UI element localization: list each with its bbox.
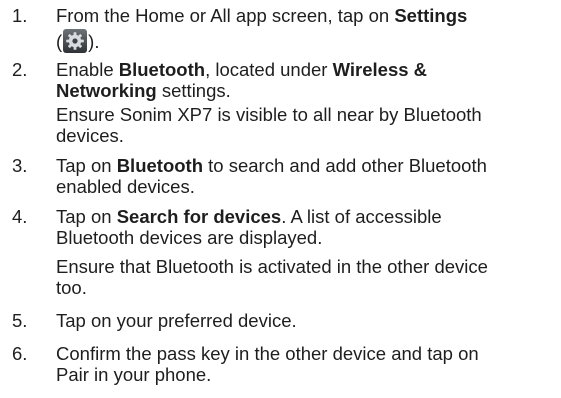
settings-gear-icon: [63, 29, 88, 53]
step-number: 6.: [12, 343, 28, 364]
step-number: 1.: [12, 5, 28, 26]
step-text-line: Tap on Bluetooth to search and add other…: [56, 155, 487, 176]
step-text-line: Tap on Search for devices. A list of acc…: [56, 206, 442, 227]
step-text-line: Pair in your phone.: [56, 364, 212, 385]
step-number: 3.: [12, 155, 28, 176]
step-note-line: too.: [56, 277, 87, 298]
step-text-line: ().: [56, 29, 100, 53]
step-number: 4.: [12, 206, 28, 227]
step-note-line: Ensure that Bluetooth is activated in th…: [56, 256, 488, 277]
step-note-line: Ensure Sonim XP7 is visible to all near …: [56, 104, 482, 125]
step-text-line: Confirm the pass key in the other device…: [56, 343, 479, 364]
step-text-line: Tap on your preferred device.: [56, 310, 297, 331]
step-note-line: devices.: [56, 125, 124, 146]
step-text-line: enabled devices.: [56, 176, 195, 197]
step-text-line: Enable Bluetooth, located under Wireless…: [56, 59, 428, 80]
settings-label: Settings: [394, 5, 468, 26]
step-number: 5.: [12, 310, 28, 331]
step-number: 2.: [12, 59, 28, 80]
step-text-line: From the Home or All app screen, tap on …: [56, 5, 468, 26]
step-text-line: Networking settings.: [56, 80, 231, 101]
step-text-line: Bluetooth devices are displayed.: [56, 227, 323, 248]
